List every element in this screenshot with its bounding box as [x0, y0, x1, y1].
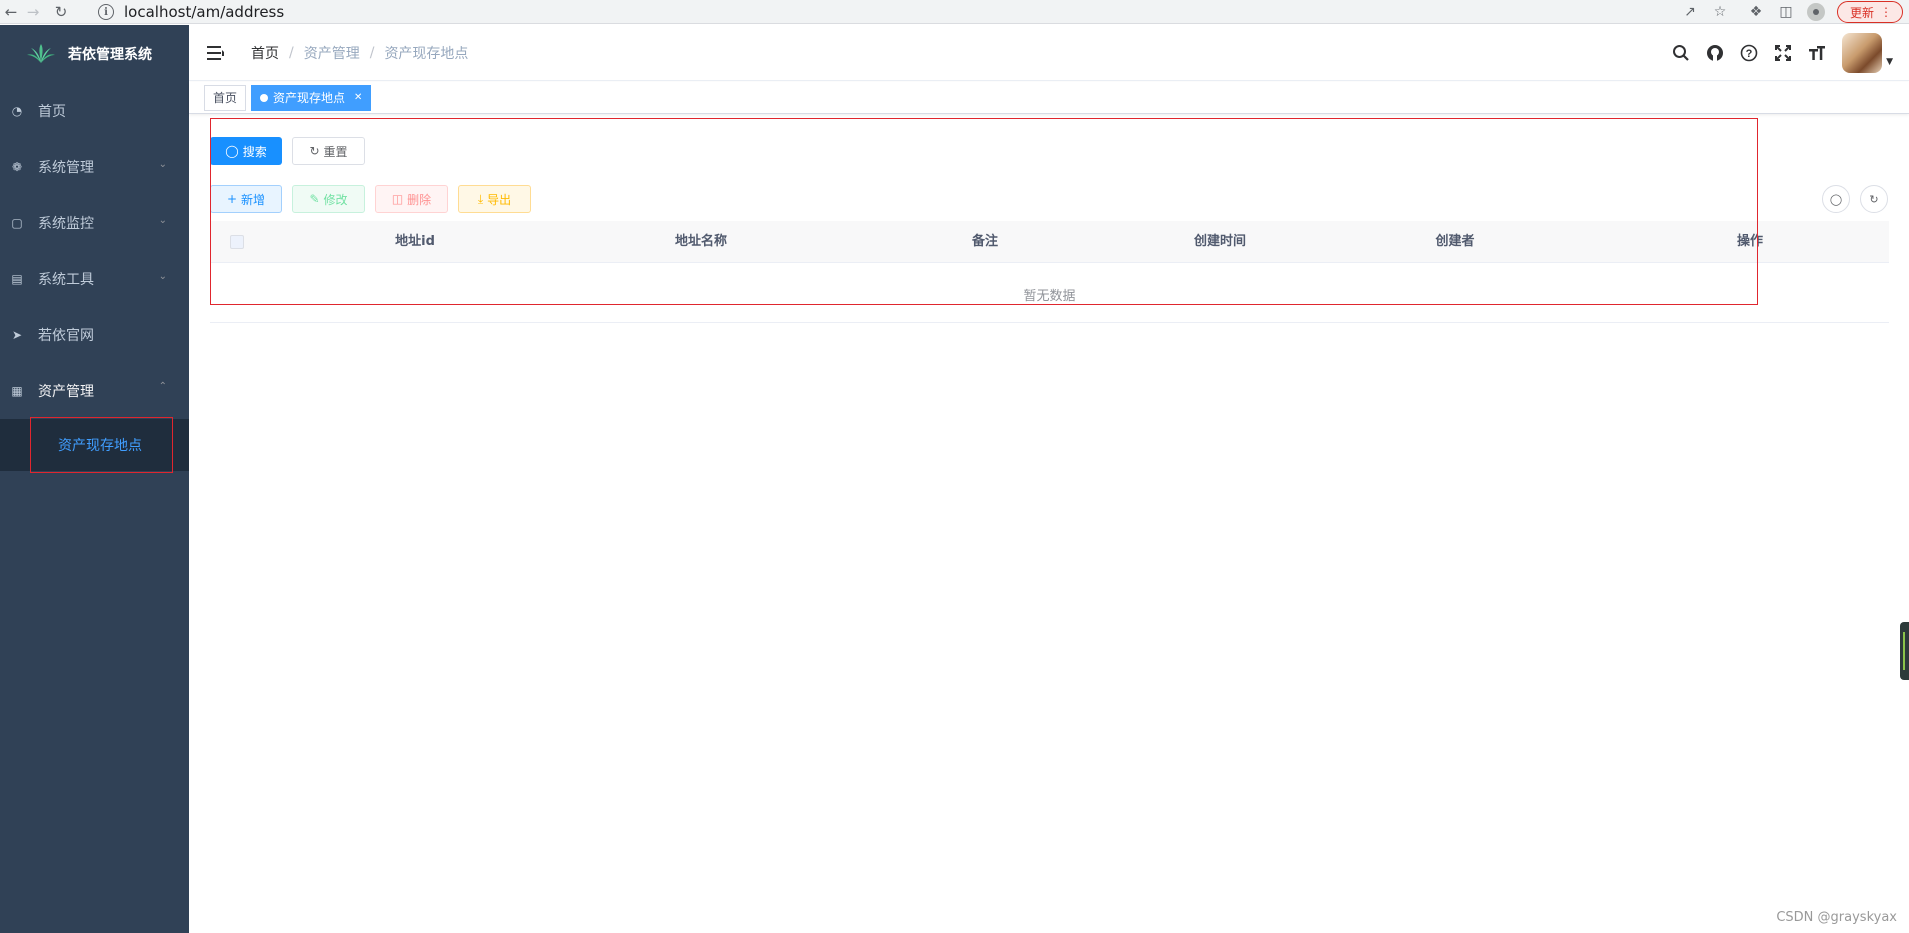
paper-plane-icon: ➤ [11, 328, 23, 342]
star-icon[interactable]: ☆ [1711, 4, 1729, 20]
sidebar-item-website[interactable]: ➤ 若依官网 [0, 307, 189, 363]
gear-icon: ❁ [11, 160, 23, 174]
breadcrumb: 首页 / 资产管理 / 资产现存地点 [251, 43, 468, 63]
tag-active-label: 资产现存地点 [273, 90, 346, 105]
url-text: localhost/am/address [124, 3, 285, 21]
tag-active[interactable]: 资产现存地点 ✕ [251, 84, 372, 111]
reload-icon[interactable]: ↻ [50, 1, 72, 23]
breadcrumb-assets: 资产管理 [303, 45, 360, 62]
breadcrumb-separator: / [369, 44, 375, 61]
breadcrumb-home[interactable]: 首页 [251, 43, 279, 63]
chevron-up-icon: ⌃ [158, 381, 167, 392]
refresh-icon: ↻ [1869, 192, 1879, 206]
search-icon[interactable] [1672, 44, 1690, 62]
table-icon: ▦ [11, 384, 23, 398]
profile-icon[interactable] [1806, 3, 1825, 21]
fullscreen-icon[interactable] [1774, 44, 1792, 62]
chevron-down-icon: ⌄ [158, 215, 167, 226]
close-icon[interactable]: ✕ [354, 86, 362, 110]
breadcrumb-separator: / [289, 44, 294, 61]
sidebar-item-label: 系统工具 [38, 272, 94, 288]
breadcrumb-current: 资产现存地点 [384, 45, 469, 62]
watermark: CSDN @grayskyax [1776, 910, 1897, 925]
tag-home[interactable]: 首页 [204, 84, 247, 111]
avatar[interactable] [1842, 33, 1883, 73]
svg-text:?: ? [1746, 48, 1753, 60]
sidebar-item-assets[interactable]: ▦ 资产管理 ⌃ [0, 363, 189, 419]
help-icon[interactable]: ? [1740, 44, 1758, 62]
logo-icon [27, 44, 55, 63]
site-info-icon[interactable]: i [98, 4, 114, 20]
side-drawer-handle[interactable] [1900, 622, 1909, 680]
update-button[interactable]: 更新 ⋮ [1836, 1, 1903, 23]
sidebar: 若依管理系统 ◔ 首页 ❁ 系统管理 ⌄ ▢ 系统监控 ⌄ ▤ 系统工具 ⌄ ➤… [0, 25, 189, 933]
browser-toolbar: ← → ↻ i localhost/am/address ↗ ☆ ❖ ◫ 更新 … [0, 0, 1909, 24]
highlight-box-sidebar [30, 417, 173, 473]
chevron-down-icon: ⌄ [158, 159, 167, 170]
sidebar-logo[interactable]: 若依管理系统 [0, 25, 189, 83]
refresh-button[interactable]: ↻ [1860, 185, 1888, 213]
address-bar[interactable]: i localhost/am/address [98, 1, 1680, 23]
sidebar-item-home[interactable]: ◔ 首页 [0, 83, 189, 139]
forward-icon[interactable]: → [22, 1, 44, 23]
sidebar-item-label: 系统监控 [38, 216, 94, 232]
back-icon[interactable]: ← [0, 1, 22, 23]
toggle-search-button[interactable]: ◯ [1822, 185, 1850, 213]
more-vert-icon: ⋮ [1880, 5, 1892, 19]
font-size-icon[interactable] [1808, 44, 1826, 62]
caret-down-icon[interactable]: ▼ [1886, 57, 1893, 67]
search-icon: ◯ [1829, 192, 1843, 206]
monitor-icon: ▢ [11, 216, 23, 230]
sidebar-item-label: 系统管理 [38, 160, 94, 176]
hamburger-icon[interactable] [207, 45, 227, 61]
update-label: 更新 [1849, 5, 1874, 20]
sidebar-item-label: 若依官网 [38, 328, 94, 344]
extensions-icon[interactable]: ❖ [1747, 4, 1765, 20]
share-icon[interactable]: ↗ [1681, 4, 1699, 20]
active-dot-icon [260, 93, 269, 102]
toolbox-icon: ▤ [11, 272, 23, 286]
side-panel-icon[interactable]: ◫ [1777, 4, 1795, 20]
highlight-box-main [210, 118, 1758, 305]
sidebar-item-system[interactable]: ❁ 系统管理 ⌄ [0, 139, 189, 195]
sidebar-item-monitor[interactable]: ▢ 系统监控 ⌄ [0, 195, 189, 251]
chevron-down-icon: ⌄ [158, 271, 167, 282]
dashboard-icon: ◔ [11, 104, 23, 118]
top-navbar: 首页 / 资产管理 / 资产现存地点 ? ▼ [189, 25, 1909, 81]
sidebar-item-tools[interactable]: ▤ 系统工具 ⌄ [0, 251, 189, 307]
sidebar-item-label: 首页 [38, 104, 66, 120]
tags-view: 首页 资产现存地点 ✕ [189, 82, 1909, 114]
sidebar-item-label: 资产管理 [38, 384, 94, 400]
logo-text: 若依管理系统 [68, 47, 152, 63]
github-icon[interactable] [1706, 44, 1724, 62]
